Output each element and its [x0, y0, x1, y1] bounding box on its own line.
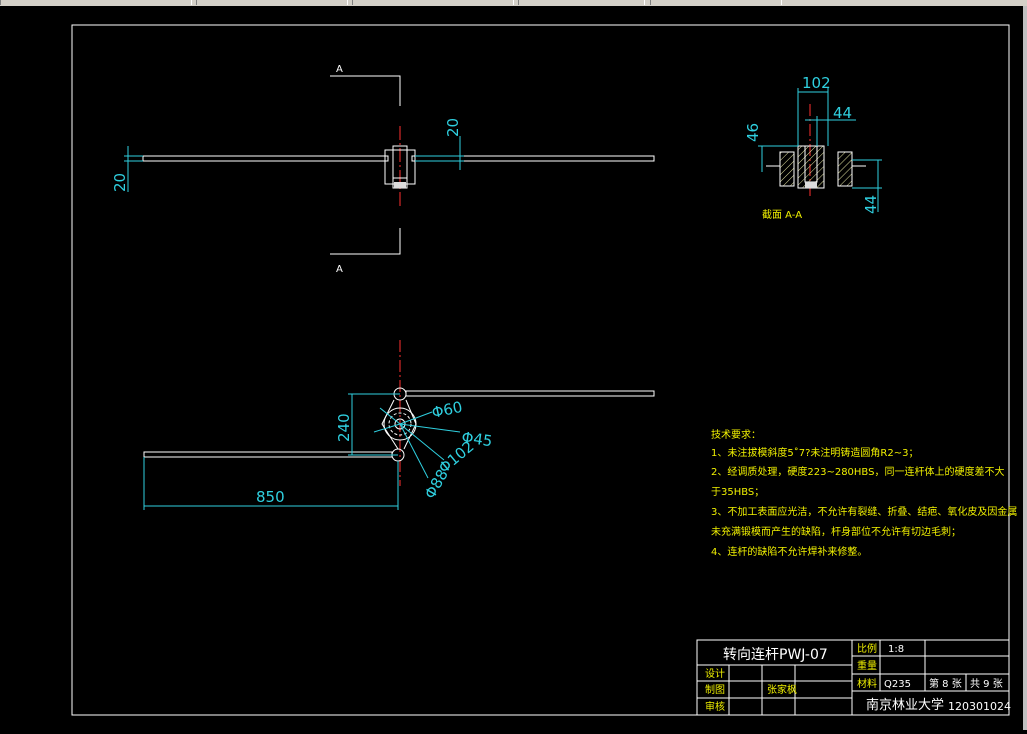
dim-text-44-side: 44 — [862, 195, 880, 214]
scale-value: 1:8 — [888, 644, 904, 655]
section-mark-top — [330, 75, 401, 106]
drawing-frame — [71, 24, 1010, 716]
section-title: 截面 A-A — [762, 208, 802, 221]
tech-line: 于35HBS； — [711, 487, 764, 498]
front-view: A A 20 20 — [111, 64, 655, 275]
toolbar-segment[interactable] — [518, 0, 645, 5]
left-rod — [142, 155, 389, 162]
dim-text-d60: Φ60 — [430, 398, 464, 422]
top-view: 240 850 Φ60 Φ45 Φ102 Φ88 — [143, 340, 655, 510]
design-label: 设计 — [705, 667, 725, 680]
tech-line: 4、连杆的缺陷不允许焊补来修整。 — [711, 545, 867, 558]
part-name: 转向连杆PWJ-07 — [723, 647, 828, 663]
dim-text-102: 102 — [802, 74, 831, 92]
hub-nut — [394, 182, 406, 188]
sheet-total: 共 9 张 — [970, 678, 1003, 690]
section-left-flange — [779, 151, 795, 187]
technical-requirements: 技术要求： 1、未注拔模斜度5˚7?未注明铸造圆角R2~3； 2、经调质处理，硬… — [711, 428, 1017, 558]
school-name: 南京林业大学 — [866, 697, 944, 713]
toolbar-segment[interactable] — [650, 0, 782, 5]
window-right-edge — [1023, 6, 1027, 730]
toolbar-segment[interactable] — [0, 0, 192, 5]
student-id: 120301024 — [948, 700, 1011, 713]
dim-text-46: 46 — [744, 123, 762, 142]
material-label: 材料 — [857, 677, 877, 690]
dim-text-240: 240 — [335, 413, 353, 442]
tech-line: 3、不加工表面应光洁，不允许有裂缝、折叠、结疤、氧化皮及因金属 — [711, 505, 1017, 518]
toolbar-segment[interactable] — [352, 0, 514, 5]
draw-label: 制图 — [705, 683, 725, 696]
engineering-drawing: A A 20 20 102 44 46 44 截面 A-A 240 850 Φ6… — [71, 24, 1017, 716]
dim-text-44-top: 44 — [833, 104, 852, 122]
dim-text-20-hub: 20 — [444, 118, 462, 137]
sheet-no: 第 8 张 — [929, 677, 962, 690]
dim-text-850: 850 — [256, 488, 285, 506]
section-letter-top: A — [336, 64, 343, 75]
tech-line: 1、未注拔模斜度5˚7?未注明铸造圆角R2~3； — [711, 446, 918, 459]
draw-name: 张家枫 — [767, 683, 797, 696]
tech-line: 未充满锻模而产生的缺陷，杆身部位不允许有切边毛刺； — [711, 525, 961, 538]
check-label: 审核 — [705, 700, 725, 713]
tech-heading: 技术要求： — [711, 428, 761, 441]
scale-label: 比例 — [857, 642, 877, 655]
drawing-canvas[interactable]: A A 20 20 102 44 46 44 截面 A-A 240 850 Φ6… — [0, 6, 1027, 730]
dim-text-20-left: 20 — [111, 173, 129, 192]
section-right-flange — [837, 151, 853, 187]
right-rod — [411, 155, 655, 162]
tech-line: 2、经调质处理，硬度223~280HBS，同一连杆体上的硬度差不大 — [711, 465, 1004, 478]
section-view: 102 44 46 44 截面 A-A — [744, 74, 882, 221]
material-value: Q235 — [884, 679, 911, 690]
weight-label: 重量 — [857, 659, 877, 672]
upper-rod — [405, 390, 655, 397]
section-letter-bottom: A — [336, 264, 343, 275]
toolbar-segment[interactable] — [196, 0, 348, 5]
section-mark-bottom — [330, 228, 401, 255]
